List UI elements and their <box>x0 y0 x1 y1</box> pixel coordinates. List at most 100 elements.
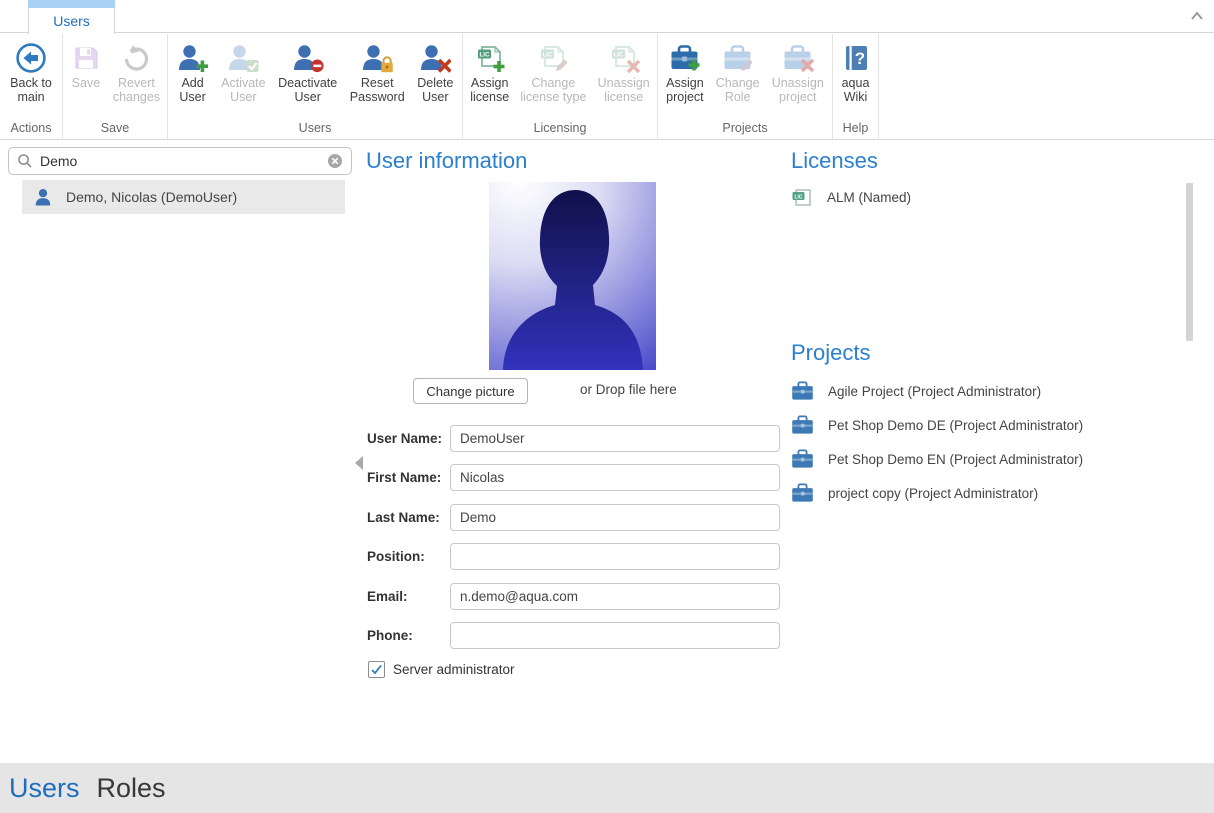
group-caption-users: Users <box>168 121 462 139</box>
lastname-label: Last Name: <box>367 510 440 525</box>
aqua-wiki-button[interactable]: ? aqua Wiki <box>836 40 876 104</box>
assign-project-button[interactable]: Assign project <box>662 40 708 104</box>
active-tab-accent <box>28 0 115 8</box>
tab-users-label: Users <box>53 13 90 29</box>
position-field[interactable] <box>450 543 780 570</box>
server-administrator-row: Server administrator <box>368 661 515 678</box>
deactivate-user-button[interactable]: Deactivate User <box>274 40 341 104</box>
user-list-item-label: Demo, Nicolas (DemoUser) <box>66 189 237 205</box>
licenses-projects-panel: Licenses LIC ALM (Named) Projects Agile … <box>791 140 1191 763</box>
person-icon <box>33 187 53 207</box>
vertical-scrollbar[interactable] <box>1186 183 1193 341</box>
aqua-wiki-label: aqua Wiki <box>842 77 870 104</box>
group-caption-help: Help <box>833 121 878 139</box>
assign-license-label: Assign license <box>470 77 509 104</box>
add-user-label: Add User <box>179 77 205 104</box>
briefcase-icon <box>791 381 814 401</box>
activate-user-label: Activate User <box>221 77 265 104</box>
assign-project-icon <box>669 42 701 74</box>
server-administrator-label: Server administrator <box>393 662 515 677</box>
ribbon-group-help: ? aqua Wiki Help <box>833 34 879 139</box>
back-to-main-button[interactable]: Back to main <box>6 40 56 104</box>
license-icon: LIC <box>791 186 813 208</box>
checkmark-icon <box>370 663 383 676</box>
licenses-title: Licenses <box>791 148 878 174</box>
chevron-up-icon[interactable] <box>1188 8 1206 24</box>
lastname-field[interactable] <box>450 504 780 531</box>
change-license-type-button: LIC Change license type <box>516 40 590 104</box>
position-label: Position: <box>367 549 425 564</box>
footer-tab-roles[interactable]: Roles <box>97 773 166 804</box>
project-item[interactable]: project copy (Project Administrator) <box>791 481 1191 505</box>
form-row-lastname: Last Name: <box>365 504 785 532</box>
license-item[interactable]: LIC ALM (Named) <box>791 185 1191 209</box>
assign-project-label: Assign project <box>666 77 704 104</box>
email-field[interactable] <box>450 583 780 610</box>
change-role-label: Change Role <box>716 77 760 104</box>
unassign-license-label: Unassign license <box>598 77 650 104</box>
phone-label: Phone: <box>367 628 413 643</box>
group-caption-projects: Projects <box>658 121 832 139</box>
save-button: Save <box>66 40 106 91</box>
footer-tab-bar: Users Roles <box>0 763 1214 813</box>
footer-tab-users[interactable]: Users <box>9 773 80 804</box>
license-item-label: ALM (Named) <box>827 190 911 205</box>
project-item-label: project copy (Project Administrator) <box>828 486 1038 501</box>
save-icon <box>70 42 102 74</box>
avatar <box>489 182 656 370</box>
delete-user-button[interactable]: Delete User <box>413 40 457 104</box>
tab-users[interactable]: Users <box>28 8 115 34</box>
project-item-label: Agile Project (Project Administrator) <box>828 384 1041 399</box>
change-license-type-icon: LIC <box>537 42 569 74</box>
save-label: Save <box>72 77 101 91</box>
unassign-project-label: Unassign project <box>772 77 824 104</box>
unassign-license-button: LIC Unassign license <box>594 40 654 104</box>
wiki-book-icon: ? <box>840 42 872 74</box>
assign-license-button[interactable]: LIC Assign license <box>466 40 513 104</box>
briefcase-icon <box>791 449 814 469</box>
server-administrator-checkbox[interactable] <box>368 661 385 678</box>
project-item[interactable]: Pet Shop Demo DE (Project Administrator) <box>791 413 1191 437</box>
firstname-field[interactable] <box>450 464 780 491</box>
add-user-button[interactable]: Add User <box>173 40 213 104</box>
form-row-username: User Name: <box>365 425 785 453</box>
revert-changes-button: Revert changes <box>109 40 164 104</box>
assign-license-icon: LIC <box>474 42 506 74</box>
collapse-panel-icon[interactable] <box>355 456 363 470</box>
form-row-phone: Phone: <box>365 622 785 650</box>
project-item-label: Pet Shop Demo EN (Project Administrator) <box>828 452 1083 467</box>
change-picture-button[interactable]: Change picture <box>413 378 528 404</box>
project-item[interactable]: Agile Project (Project Administrator) <box>791 379 1191 403</box>
activate-user-icon <box>227 42 259 74</box>
ribbon-group-users: Add User Activate User Deactivat <box>168 34 463 139</box>
clear-search-icon[interactable] <box>327 153 343 169</box>
group-caption-actions: Actions <box>0 121 62 139</box>
group-caption-licensing: Licensing <box>463 121 657 139</box>
svg-text:LIC: LIC <box>479 52 489 59</box>
form-row-firstname: First Name: <box>365 464 785 492</box>
search-icon <box>17 153 33 169</box>
project-item-label: Pet Shop Demo DE (Project Administrator) <box>828 418 1083 433</box>
username-field[interactable] <box>450 425 780 452</box>
user-search-box <box>8 147 352 175</box>
user-information-title: User information <box>366 148 527 174</box>
delete-user-icon <box>419 42 451 74</box>
phone-field[interactable] <box>450 622 780 649</box>
search-input[interactable] <box>40 153 327 169</box>
unassign-project-icon <box>782 42 814 74</box>
avatar-silhouette <box>489 182 656 370</box>
user-list-item[interactable]: Demo, Nicolas (DemoUser) <box>22 180 345 214</box>
unassign-project-button: Unassign project <box>768 40 828 104</box>
back-to-main-label: Back to main <box>10 77 52 104</box>
deactivate-user-icon <box>292 42 324 74</box>
svg-text:LIC: LIC <box>613 52 623 59</box>
ribbon-group-actions: Back to main Actions <box>0 34 63 139</box>
svg-text:?: ? <box>854 49 864 68</box>
ribbon-tab-strip: Users <box>0 0 1214 33</box>
project-item[interactable]: Pet Shop Demo EN (Project Administrator) <box>791 447 1191 471</box>
add-user-icon <box>177 42 209 74</box>
reset-password-button[interactable]: Reset Password <box>346 40 409 104</box>
back-arrow-icon <box>15 42 47 74</box>
firstname-label: First Name: <box>367 470 441 485</box>
revert-changes-label: Revert changes <box>113 77 160 104</box>
